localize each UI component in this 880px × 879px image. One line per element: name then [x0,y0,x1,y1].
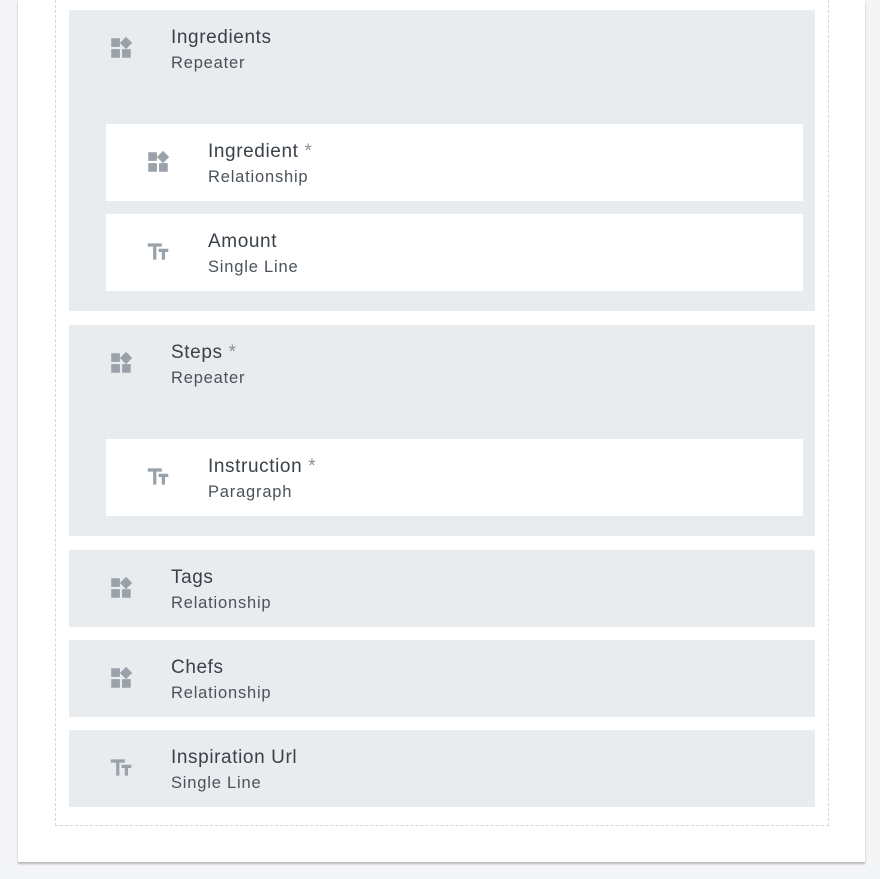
widgets-icon [108,35,134,61]
field-steps-text: Steps * Repeater [171,341,245,390]
subfield-amount-text: Amount Single Line [208,230,298,279]
subfield-amount[interactable]: Amount Single Line [106,214,803,291]
text-fields-icon [145,239,171,265]
widgets-icon [145,149,171,175]
field-inspiration-url-text: Inspiration Url Single Line [171,746,297,795]
field-label: Chefs [171,657,224,678]
field-label: Tags [171,567,214,588]
text-fields-icon [108,755,134,781]
subfield-ingredient-text: Ingredient * Relationship [208,140,313,189]
subfield-instruction-text: Instruction * Paragraph [208,455,316,504]
field-label: Amount [208,231,278,252]
subfield-instruction[interactable]: Instruction * Paragraph [106,439,803,516]
field-type: Single Line [171,774,262,792]
field-tags-text: Tags Relationship [171,566,271,615]
required-marker: * [228,342,237,363]
field-chefs[interactable]: Chefs Relationship [69,640,815,717]
field-type: Relationship [208,168,309,186]
field-type: Paragraph [208,483,293,501]
field-steps[interactable]: Steps * Repeater Instruction * Paragraph [69,325,815,536]
field-chefs-text: Chefs Relationship [171,656,271,705]
field-label: Instruction * [208,456,317,477]
widgets-icon [108,350,134,376]
widgets-icon [108,575,134,601]
field-inspiration-url[interactable]: Inspiration Url Single Line [69,730,815,807]
field-type: Repeater [171,54,246,72]
field-type: Relationship [171,684,272,702]
field-type: Repeater [171,369,246,387]
field-tags[interactable]: Tags Relationship [69,550,815,627]
card-bottom-divider [18,863,865,864]
field-label: Ingredients [171,27,272,48]
subfield-ingredient[interactable]: Ingredient * Relationship [106,124,803,201]
widgets-icon [108,665,134,691]
required-marker: * [308,456,317,477]
field-label: Ingredient * [208,141,313,162]
field-ingredients[interactable]: Ingredients Repeater Ingredient * Relatio… [69,10,815,311]
field-ingredients-text: Ingredients Repeater [171,26,272,75]
field-type: Relationship [171,594,272,612]
field-label: Steps * [171,342,237,363]
required-marker: * [304,141,313,162]
field-label: Inspiration Url [171,747,298,768]
text-fields-icon [145,464,171,490]
field-type: Single Line [208,258,299,276]
